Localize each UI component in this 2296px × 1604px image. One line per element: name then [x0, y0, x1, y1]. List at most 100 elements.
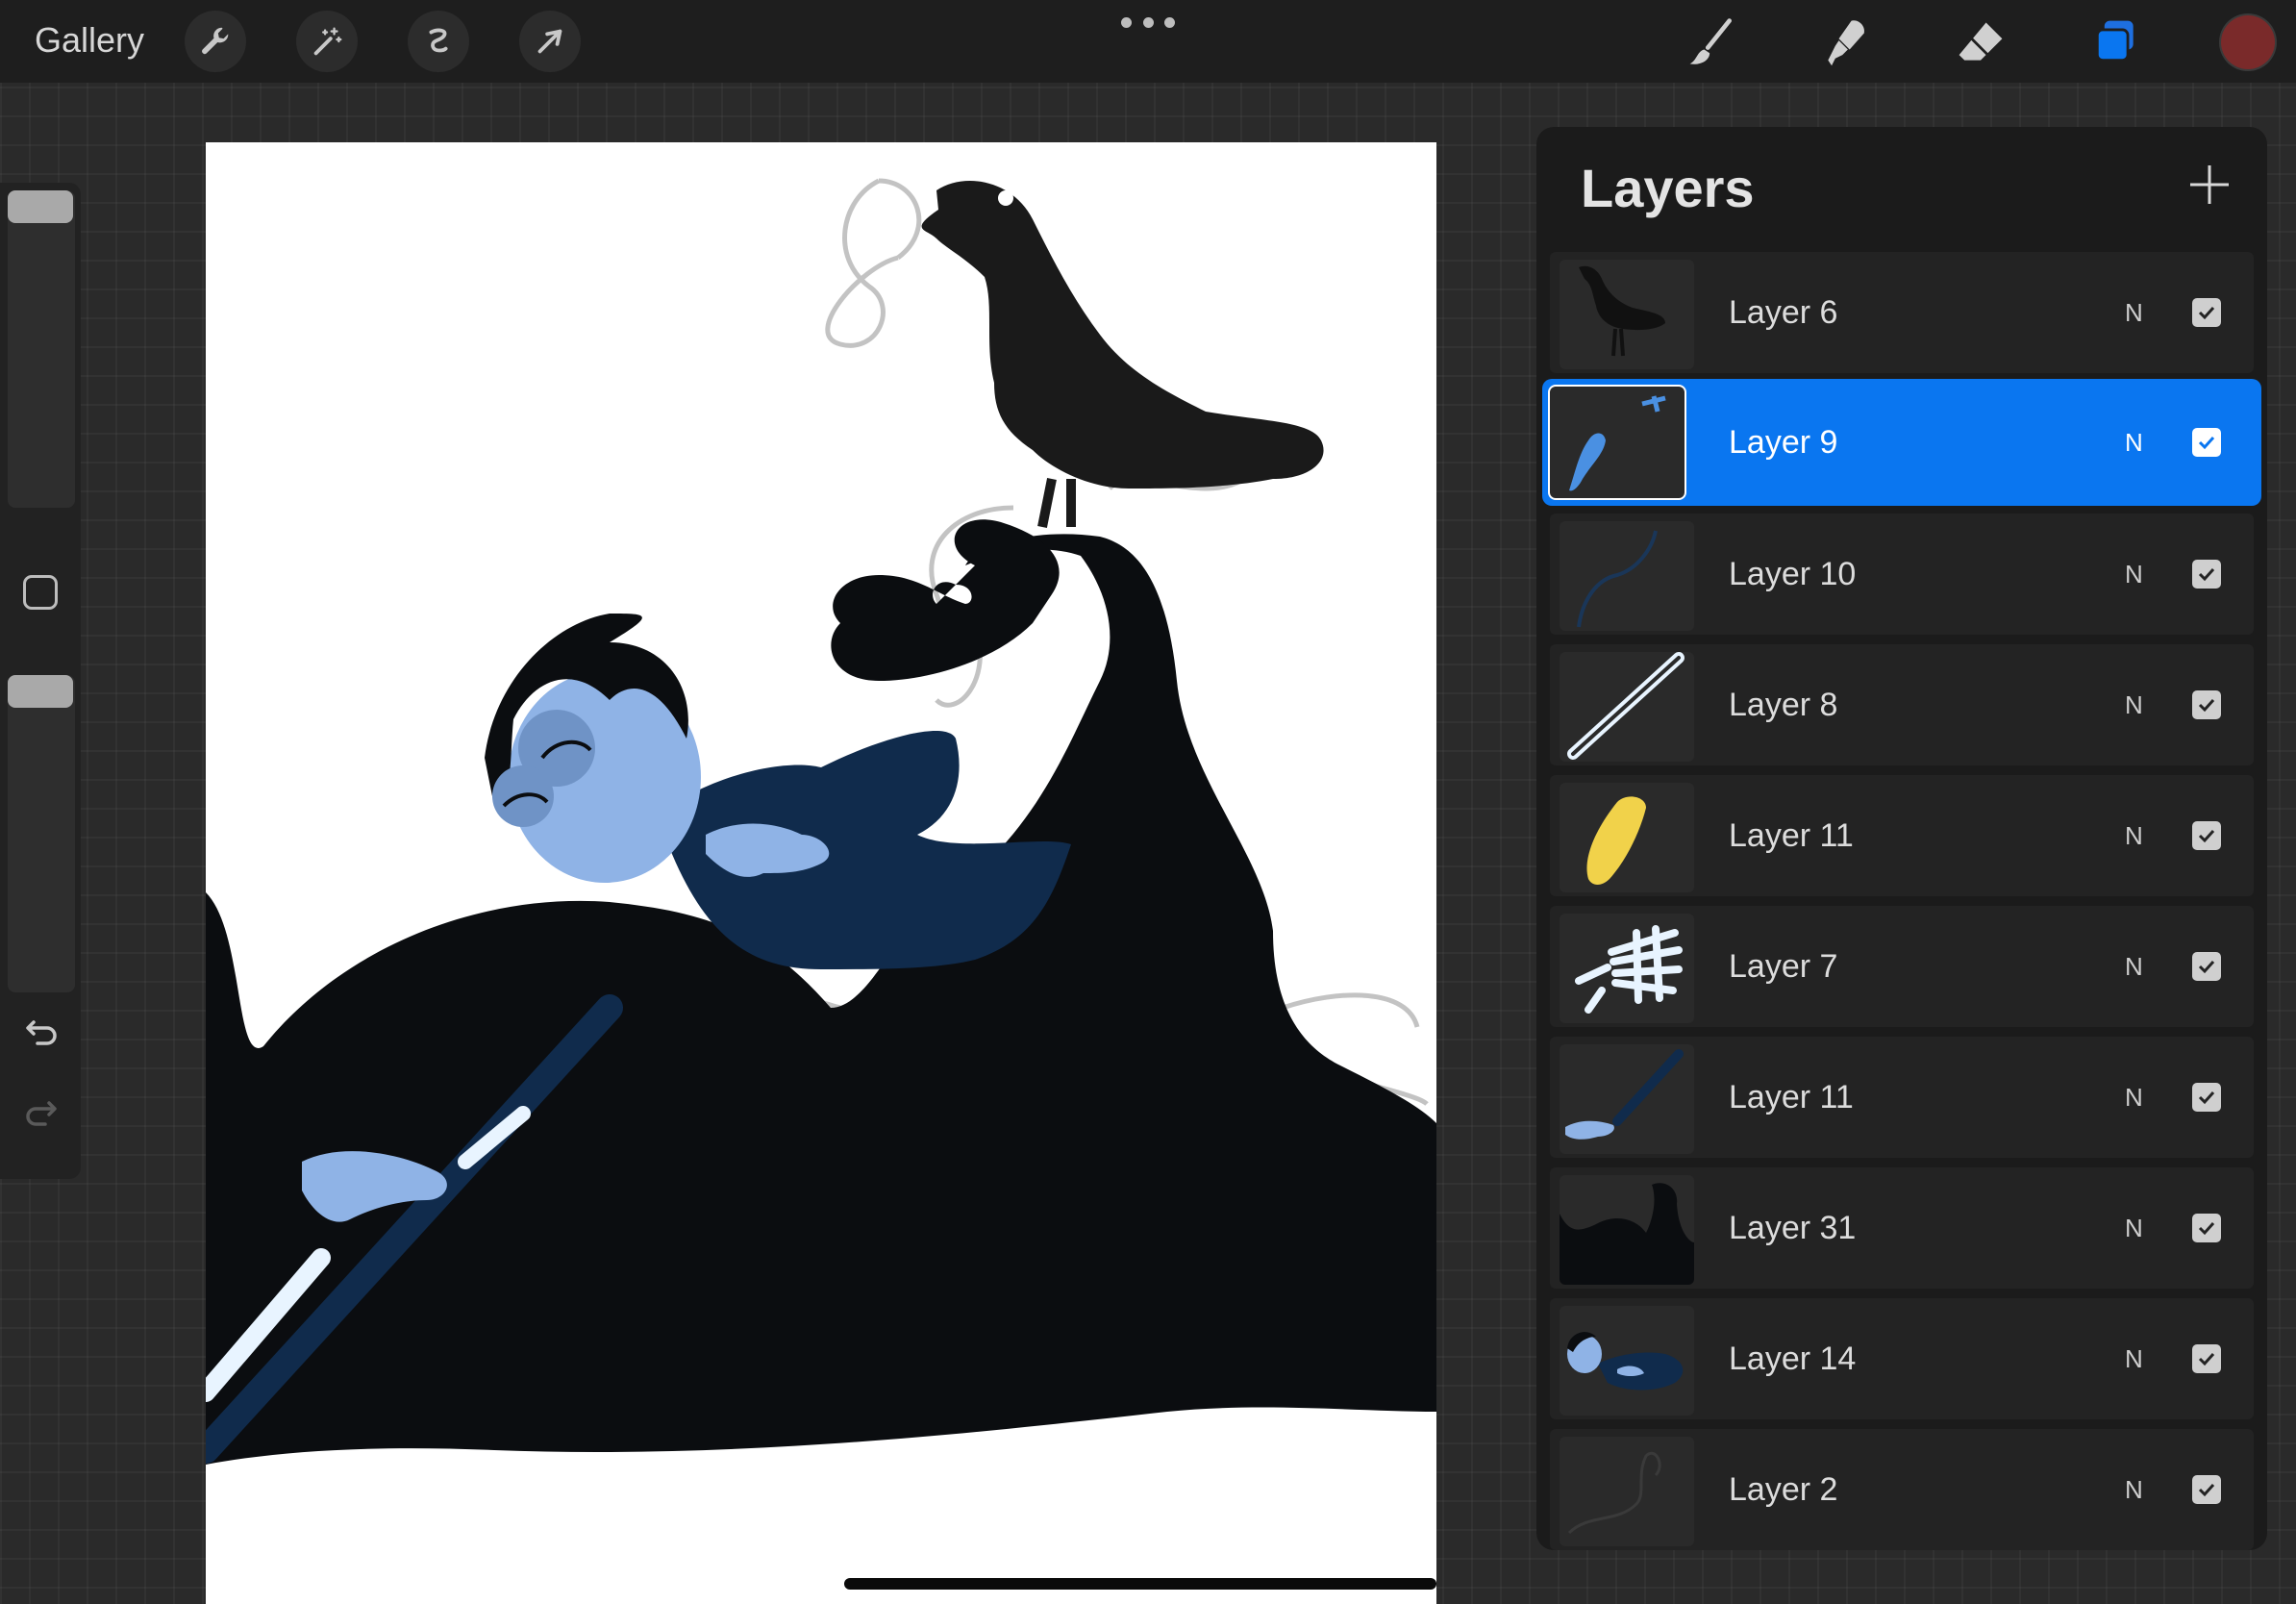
procreate-app: Gallery Layers Layer 6 N Layer 9 N Layer… — [0, 0, 2296, 1604]
transform-button[interactable] — [519, 11, 581, 72]
color-picker-button[interactable] — [2221, 15, 2275, 69]
layer-thumbnail — [1560, 914, 1694, 1023]
visibility-checkbox[interactable] — [2192, 560, 2221, 589]
layer-thumbnail — [1560, 521, 1694, 631]
checkmark-icon — [2198, 1221, 2215, 1236]
home-indicator[interactable] — [844, 1578, 1436, 1590]
checkmark-icon — [2198, 567, 2215, 582]
layer-row[interactable]: Layer 14 N — [1550, 1298, 2254, 1419]
blend-mode-button[interactable]: N — [2125, 424, 2143, 461]
eraser-tool-button[interactable] — [1952, 13, 2009, 71]
layer-row[interactable]: Layer 6 N — [1550, 252, 2254, 373]
layer-name: Layer 11 — [1729, 1079, 1854, 1115]
blend-mode-button[interactable]: N — [2125, 817, 2143, 854]
layer-thumbnail — [1560, 1306, 1694, 1416]
blend-mode-button[interactable]: N — [2125, 294, 2143, 331]
layer-row[interactable]: Layer 8 N — [1550, 644, 2254, 765]
drawing-canvas[interactable] — [206, 142, 1436, 1604]
top-toolbar: Gallery — [0, 0, 2296, 83]
checkmark-icon — [2198, 960, 2215, 974]
checkmark-icon — [2198, 306, 2215, 320]
layer-name: Layer 14 — [1729, 1341, 1857, 1377]
layer-thumbnail — [1560, 1044, 1694, 1154]
redo-button[interactable] — [19, 1089, 63, 1133]
brush-icon — [1689, 18, 1732, 64]
checkmark-icon — [2198, 1483, 2215, 1497]
crow-silhouette — [921, 181, 1324, 528]
actions-button[interactable] — [185, 11, 246, 72]
plus-icon — [2190, 165, 2229, 204]
visibility-checkbox[interactable] — [2192, 1344, 2221, 1373]
artwork — [206, 178, 1436, 1465]
checkmark-icon — [2198, 1090, 2215, 1105]
layer-name: Layer 31 — [1729, 1210, 1857, 1246]
swirl-shape — [831, 519, 1060, 681]
left-sidebar — [0, 183, 81, 1179]
more-options-button[interactable] — [1121, 8, 1175, 37]
layers-title: Layers — [1581, 158, 1755, 218]
wrench-icon — [202, 27, 229, 55]
layer-thumbnail — [1550, 387, 1685, 498]
visibility-checkbox[interactable] — [2192, 1475, 2221, 1504]
brush-size-thumb[interactable] — [8, 190, 73, 223]
adjustments-button[interactable] — [296, 11, 358, 72]
layer-thumbnail — [1560, 652, 1694, 762]
layer-row[interactable]: Layer 11 N — [1550, 775, 2254, 896]
opacity-thumb[interactable] — [8, 675, 73, 708]
blend-mode-button[interactable]: N — [2125, 1210, 2143, 1246]
checkmark-icon — [2198, 1352, 2215, 1366]
selection-button[interactable] — [408, 11, 469, 72]
layer-name: Layer 2 — [1729, 1471, 1838, 1508]
layers-tool-button[interactable] — [2086, 13, 2144, 71]
dot-icon — [1142, 16, 1154, 28]
checkmark-icon — [2198, 436, 2215, 450]
magic-wand-icon — [313, 27, 342, 56]
layer-row[interactable]: Layer 11 N — [1550, 1037, 2254, 1158]
layer-thumbnail — [1560, 260, 1694, 369]
blend-mode-button[interactable]: N — [2125, 556, 2143, 592]
blend-mode-button[interactable]: N — [2125, 1079, 2143, 1115]
layer-name: Layer 11 — [1729, 817, 1854, 854]
visibility-checkbox[interactable] — [2192, 690, 2221, 719]
visibility-checkbox[interactable] — [2192, 1214, 2221, 1242]
brush-tool-button[interactable] — [1683, 13, 1740, 71]
blend-mode-button[interactable]: N — [2125, 1471, 2143, 1508]
brush-size-slider[interactable] — [8, 190, 75, 508]
opacity-slider[interactable] — [8, 675, 75, 992]
undo-button[interactable] — [19, 1008, 63, 1052]
checkmark-icon — [2198, 829, 2215, 843]
gallery-button[interactable]: Gallery — [35, 17, 144, 63]
add-layer-button[interactable] — [2181, 156, 2238, 213]
dot-icon — [1164, 16, 1175, 28]
layers-panel: Layers Layer 6 N Layer 9 N Layer 10 N La… — [1536, 127, 2267, 1550]
visibility-checkbox[interactable] — [2192, 1083, 2221, 1112]
layer-row[interactable]: Layer 10 N — [1550, 514, 2254, 635]
redo-icon — [26, 1101, 57, 1126]
dot-icon — [1121, 16, 1132, 28]
layer-row[interactable]: Layer 7 N — [1550, 906, 2254, 1027]
layer-name: Layer 8 — [1729, 687, 1838, 723]
visibility-checkbox[interactable] — [2192, 821, 2221, 850]
dark-hill-shape — [206, 534, 1436, 1465]
layer-row-selected[interactable]: Layer 9 N — [1542, 379, 2261, 506]
blend-mode-button[interactable]: N — [2125, 1341, 2143, 1377]
layer-row[interactable]: Layer 2 N — [1550, 1429, 2254, 1550]
layer-name: Layer 10 — [1729, 556, 1857, 592]
blend-mode-button[interactable]: N — [2125, 687, 2143, 723]
blend-mode-button[interactable]: N — [2125, 948, 2143, 985]
smudge-tool-button[interactable] — [1817, 13, 1875, 71]
smudge-icon — [1828, 20, 1864, 66]
layers-icon — [2095, 20, 2134, 63]
layer-thumbnail — [1560, 1175, 1694, 1285]
undo-icon — [26, 1020, 57, 1045]
visibility-checkbox[interactable] — [2192, 952, 2221, 981]
transform-arrow-icon — [537, 29, 562, 54]
modify-button[interactable] — [23, 575, 58, 610]
crow-eye — [998, 190, 1013, 206]
checkmark-icon — [2198, 698, 2215, 713]
layer-name: Layer 6 — [1729, 294, 1838, 331]
visibility-checkbox[interactable] — [2192, 298, 2221, 327]
layer-row[interactable]: Layer 31 N — [1550, 1167, 2254, 1289]
visibility-checkbox[interactable] — [2192, 428, 2221, 457]
selection-icon — [429, 28, 448, 53]
